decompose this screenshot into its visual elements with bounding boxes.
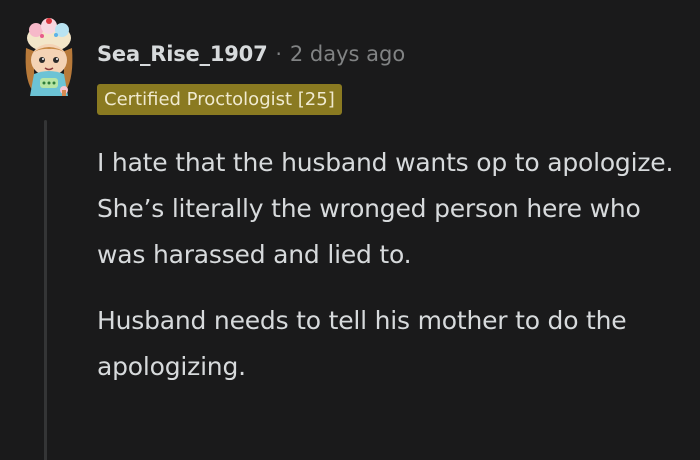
comment-paragraph: I hate that the husband wants op to apol… [97, 148, 674, 269]
thread-collapse-line[interactable] [44, 120, 47, 460]
comment-body: I hate that the husband wants op to apol… [97, 140, 687, 410]
author-username[interactable]: Sea_Rise_1907 [97, 42, 268, 66]
comment-paragraph: Husband needs to tell his mother to do t… [97, 306, 627, 381]
user-avatar[interactable] [14, 18, 84, 100]
snoo-avatar-icon [25, 18, 73, 96]
user-flair: Certified Proctologist [25] [97, 84, 342, 115]
meta-separator: · [275, 42, 282, 66]
comment-header: Sea_Rise_1907 · 2 days ago [97, 38, 405, 70]
comment-timestamp[interactable]: 2 days ago [290, 42, 405, 66]
comment: Sea_Rise_1907 · 2 days ago Certified Pro… [0, 0, 700, 460]
